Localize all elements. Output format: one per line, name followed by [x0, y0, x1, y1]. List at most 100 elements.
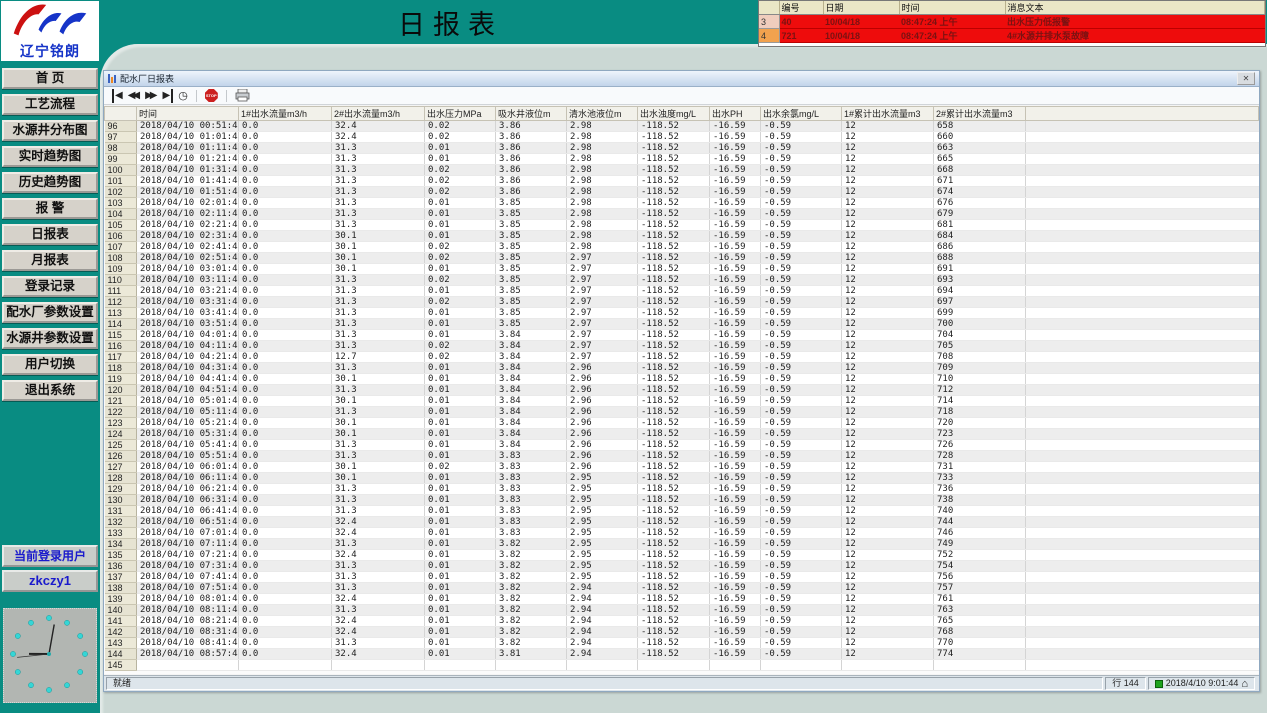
table-row[interactable]: 107 2018/04/10 02:41:43 0.0 30.1 0.02 3.85 2.9…: [104, 241, 1259, 253]
column-header[interactable]: 出水余氯mg/L: [760, 106, 842, 121]
table-row[interactable]: 112 2018/04/10 03:31:43 0.0 31.3 0.02 3.85 2.9…: [104, 296, 1259, 308]
table-row[interactable]: 140 2018/04/10 08:11:43 0.0 31.3 0.01 3.82 2.9…: [104, 604, 1259, 616]
table-row[interactable]: 119 2018/04/10 04:41:43 0.0 30.1 0.01 3.84 2.9…: [104, 373, 1259, 385]
table-row[interactable]: 118 2018/04/10 04:31:43 0.0 31.3 0.01 3.84 2.9…: [104, 362, 1259, 374]
table-row[interactable]: 120 2018/04/10 04:51:43 0.0 31.3 0.01 3.84 2.9…: [104, 384, 1259, 396]
column-header[interactable]: 2#累计出水流量m3: [933, 106, 1026, 121]
clock-refresh-icon[interactable]: ◷: [178, 89, 188, 103]
sidebar-item-alarm[interactable]: 报 警: [2, 198, 98, 219]
table-row[interactable]: 134 2018/04/10 07:11:43 0.0 31.3 0.01 3.82 2.9…: [104, 538, 1259, 550]
table-row[interactable]: 97 2018/04/10 01:01:43 0.0 32.4 0.02 3.86 2.98…: [104, 131, 1259, 143]
sidebar-item-exit-system[interactable]: 退出系统: [2, 380, 98, 401]
table-row[interactable]: 128 2018/04/10 06:11:43 0.0 30.1 0.01 3.83 2.9…: [104, 472, 1259, 484]
next-page-icon[interactable]: ▶▶: [145, 89, 157, 103]
sidebar-item-switch-user[interactable]: 用户切换: [2, 354, 98, 375]
table-row[interactable]: 136 2018/04/10 07:31:43 0.0 31.3 0.01 3.82 2.9…: [104, 560, 1259, 572]
sidebar-item-login-records[interactable]: 登录记录: [2, 276, 98, 297]
cell: 0.0: [238, 549, 332, 561]
close-icon[interactable]: ✕: [1237, 72, 1255, 85]
table-row[interactable]: 132 2018/04/10 06:51:43 0.0 32.4 0.01 3.83 2.9…: [104, 516, 1259, 528]
sidebar-item-plant-param-settings[interactable]: 配水厂参数设置: [2, 302, 98, 323]
table-row[interactable]: 122 2018/04/10 05:11:43 0.0 31.3 0.01 3.84 2.9…: [104, 406, 1259, 418]
table-row[interactable]: 139 2018/04/10 08:01:43 0.0 32.4 0.01 3.82 2.9…: [104, 593, 1259, 605]
table-row[interactable]: 126 2018/04/10 05:51:43 0.0 31.3 0.01 3.83 2.9…: [104, 450, 1259, 462]
table-row[interactable]: 130 2018/04/10 06:31:43 0.0 31.3 0.01 3.83 2.9…: [104, 494, 1259, 506]
column-header[interactable]: 出水压力MPa: [424, 106, 496, 121]
column-header[interactable]: 时间: [136, 106, 239, 121]
sidebar-item-monthly-report[interactable]: 月报表: [2, 250, 98, 271]
table-row[interactable]: 116 2018/04/10 04:11:43 0.0 31.3 0.02 3.84 2.9…: [104, 340, 1259, 352]
table-row[interactable]: 106 2018/04/10 02:31:43 0.0 30.1 0.01 3.85 2.9…: [104, 230, 1259, 242]
table-row[interactable]: 133 2018/04/10 07:01:43 0.0 32.4 0.01 3.83 2.9…: [104, 527, 1259, 539]
table-row[interactable]: 113 2018/04/10 03:41:43 0.0 31.3 0.01 3.85 2.9…: [104, 307, 1259, 319]
cell: 0.0: [238, 571, 332, 583]
cell: -0.59: [760, 571, 842, 583]
table-row[interactable]: 99 2018/04/10 01:21:43 0.0 31.3 0.01 3.86 2.98…: [104, 153, 1259, 165]
home-icon[interactable]: ⌂: [1241, 678, 1248, 689]
column-header[interactable]: 吸水井液位m: [495, 106, 567, 121]
table-row[interactable]: 137 2018/04/10 07:41:43 0.0 31.3 0.01 3.82 2.9…: [104, 571, 1259, 583]
table-row[interactable]: 127 2018/04/10 06:01:43 0.0 30.1 0.02 3.83 2.9…: [104, 461, 1259, 473]
cell: 0.0: [238, 560, 332, 572]
cell: -16.59: [709, 131, 761, 143]
report-window-titlebar[interactable]: 配水厂日报表 ✕: [104, 71, 1259, 87]
stop-icon[interactable]: STOP: [204, 89, 218, 102]
table-row[interactable]: 123 2018/04/10 05:21:43 0.0 30.1 0.01 3.84 2.9…: [104, 417, 1259, 429]
table-row[interactable]: 105 2018/04/10 02:21:43 0.0 31.3 0.01 3.85 2.9…: [104, 219, 1259, 231]
table-row[interactable]: 109 2018/04/10 03:01:43 0.0 30.1 0.01 3.85 2.9…: [104, 263, 1259, 275]
alarm-row[interactable]: 3 40 10/04/18 08:47:24 上午 出水压力低报警: [759, 14, 1265, 29]
sidebar-item-process-flow[interactable]: 工艺流程: [2, 94, 98, 115]
table-row[interactable]: 104 2018/04/10 02:11:43 0.0 31.3 0.01 3.85 2.9…: [104, 208, 1259, 220]
cell: [238, 659, 332, 671]
row-number-cell: 133: [104, 527, 137, 539]
table-row[interactable]: 101 2018/04/10 01:41:43 0.0 31.3 0.02 3.86 2.9…: [104, 175, 1259, 187]
table-row[interactable]: 135 2018/04/10 07:21:43 0.0 32.4 0.01 3.82 2.9…: [104, 549, 1259, 561]
table-row[interactable]: 145: [104, 659, 1259, 671]
table-row[interactable]: 143 2018/04/10 08:41:43 0.0 31.3 0.01 3.82 2.9…: [104, 637, 1259, 649]
table-row[interactable]: 110 2018/04/10 03:11:43 0.0 31.3 0.02 3.85 2.9…: [104, 274, 1259, 286]
sidebar-item-home[interactable]: 首 页: [2, 68, 98, 89]
table-row[interactable]: 141 2018/04/10 08:21:43 0.0 32.4 0.01 3.82 2.9…: [104, 615, 1259, 627]
cell: -0.59: [760, 274, 842, 286]
cell: 2.94: [566, 615, 638, 627]
column-header[interactable]: 1#累计出水流量m3: [841, 106, 934, 121]
sidebar-item-history-trend[interactable]: 历史趋势图: [2, 172, 98, 193]
table-row[interactable]: 114 2018/04/10 03:51:43 0.0 31.3 0.01 3.85 2.9…: [104, 318, 1259, 330]
table-row[interactable]: 98 2018/04/10 01:11:43 0.0 31.3 0.01 3.86 2.98…: [104, 142, 1259, 154]
column-header[interactable]: 出水PH: [709, 106, 761, 121]
table-row[interactable]: 131 2018/04/10 06:41:43 0.0 31.3 0.01 3.83 2.9…: [104, 505, 1259, 517]
table-row[interactable]: 108 2018/04/10 02:51:43 0.0 30.1 0.02 3.85 2.9…: [104, 252, 1259, 264]
table-row[interactable]: 142 2018/04/10 08:31:43 0.0 32.4 0.01 3.82 2.9…: [104, 626, 1259, 638]
alarm-row[interactable]: 4 721 10/04/18 08:47:24 上午 4#水源井排水泵故障: [759, 28, 1265, 43]
table-row[interactable]: 96 2018/04/10 00:51:43 0.0 32.4 0.02 3.86 2.98…: [104, 120, 1259, 132]
cell-filler: [1025, 450, 1259, 462]
column-header[interactable]: 1#出水流量m3/h: [238, 106, 332, 121]
first-record-icon[interactable]: ◀: [112, 88, 123, 103]
previous-page-icon[interactable]: ◀◀: [128, 89, 140, 103]
table-row[interactable]: 102 2018/04/10 01:51:43 0.0 31.3 0.02 3.86 2.9…: [104, 186, 1259, 198]
sidebar-item-realtime-trend[interactable]: 实时趋势图: [2, 146, 98, 167]
print-icon[interactable]: [235, 89, 250, 102]
sidebar-item-well-distribution-map[interactable]: 水源井分布图: [2, 120, 98, 141]
table-row[interactable]: 111 2018/04/10 03:21:43 0.0 31.3 0.01 3.85 2.9…: [104, 285, 1259, 297]
column-header[interactable]: 2#出水流量m3/h: [331, 106, 425, 121]
last-record-icon[interactable]: ▶: [162, 88, 174, 103]
column-header[interactable]: 出水浊度mg/L: [637, 106, 710, 121]
table-row[interactable]: 144 2018/04/10 08:57:44 0.0 32.4 0.01 3.81 2.9…: [104, 648, 1259, 660]
column-header[interactable]: [104, 106, 137, 121]
sidebar-item-daily-report[interactable]: 日报表: [2, 224, 98, 245]
table-row[interactable]: 125 2018/04/10 05:41:43 0.0 31.3 0.01 3.84 2.9…: [104, 439, 1259, 451]
table-row[interactable]: 103 2018/04/10 02:01:43 0.0 31.3 0.01 3.85 2.9…: [104, 197, 1259, 209]
table-row[interactable]: 124 2018/04/10 05:31:43 0.0 30.1 0.01 3.84 2.9…: [104, 428, 1259, 440]
table-row[interactable]: 138 2018/04/10 07:51:43 0.0 31.3 0.01 3.82 2.9…: [104, 582, 1259, 594]
column-header[interactable]: 清水池液位m: [566, 106, 638, 121]
report-table-viewport[interactable]: 时间 1#出水流量m3/h 2#出水流量m3/h 出水压力MPa 吸水井液位m 清水池液位…: [104, 106, 1259, 674]
cell: 0.01: [424, 208, 496, 220]
table-row[interactable]: 100 2018/04/10 01:31:43 0.0 31.3 0.02 3.86 2.9…: [104, 164, 1259, 176]
cell: 0.01: [424, 593, 496, 605]
table-row[interactable]: 129 2018/04/10 06:21:43 0.0 31.3 0.01 3.83 2.9…: [104, 483, 1259, 495]
sidebar-item-well-param-settings[interactable]: 水源井参数设置: [2, 328, 98, 349]
table-row[interactable]: 121 2018/04/10 05:01:43 0.0 30.1 0.01 3.84 2.9…: [104, 395, 1259, 407]
table-row[interactable]: 115 2018/04/10 04:01:43 0.0 31.3 0.01 3.84 2.9…: [104, 329, 1259, 341]
table-row[interactable]: 117 2018/04/10 04:21:43 0.0 12.7 0.02 3.84 2.9…: [104, 351, 1259, 363]
